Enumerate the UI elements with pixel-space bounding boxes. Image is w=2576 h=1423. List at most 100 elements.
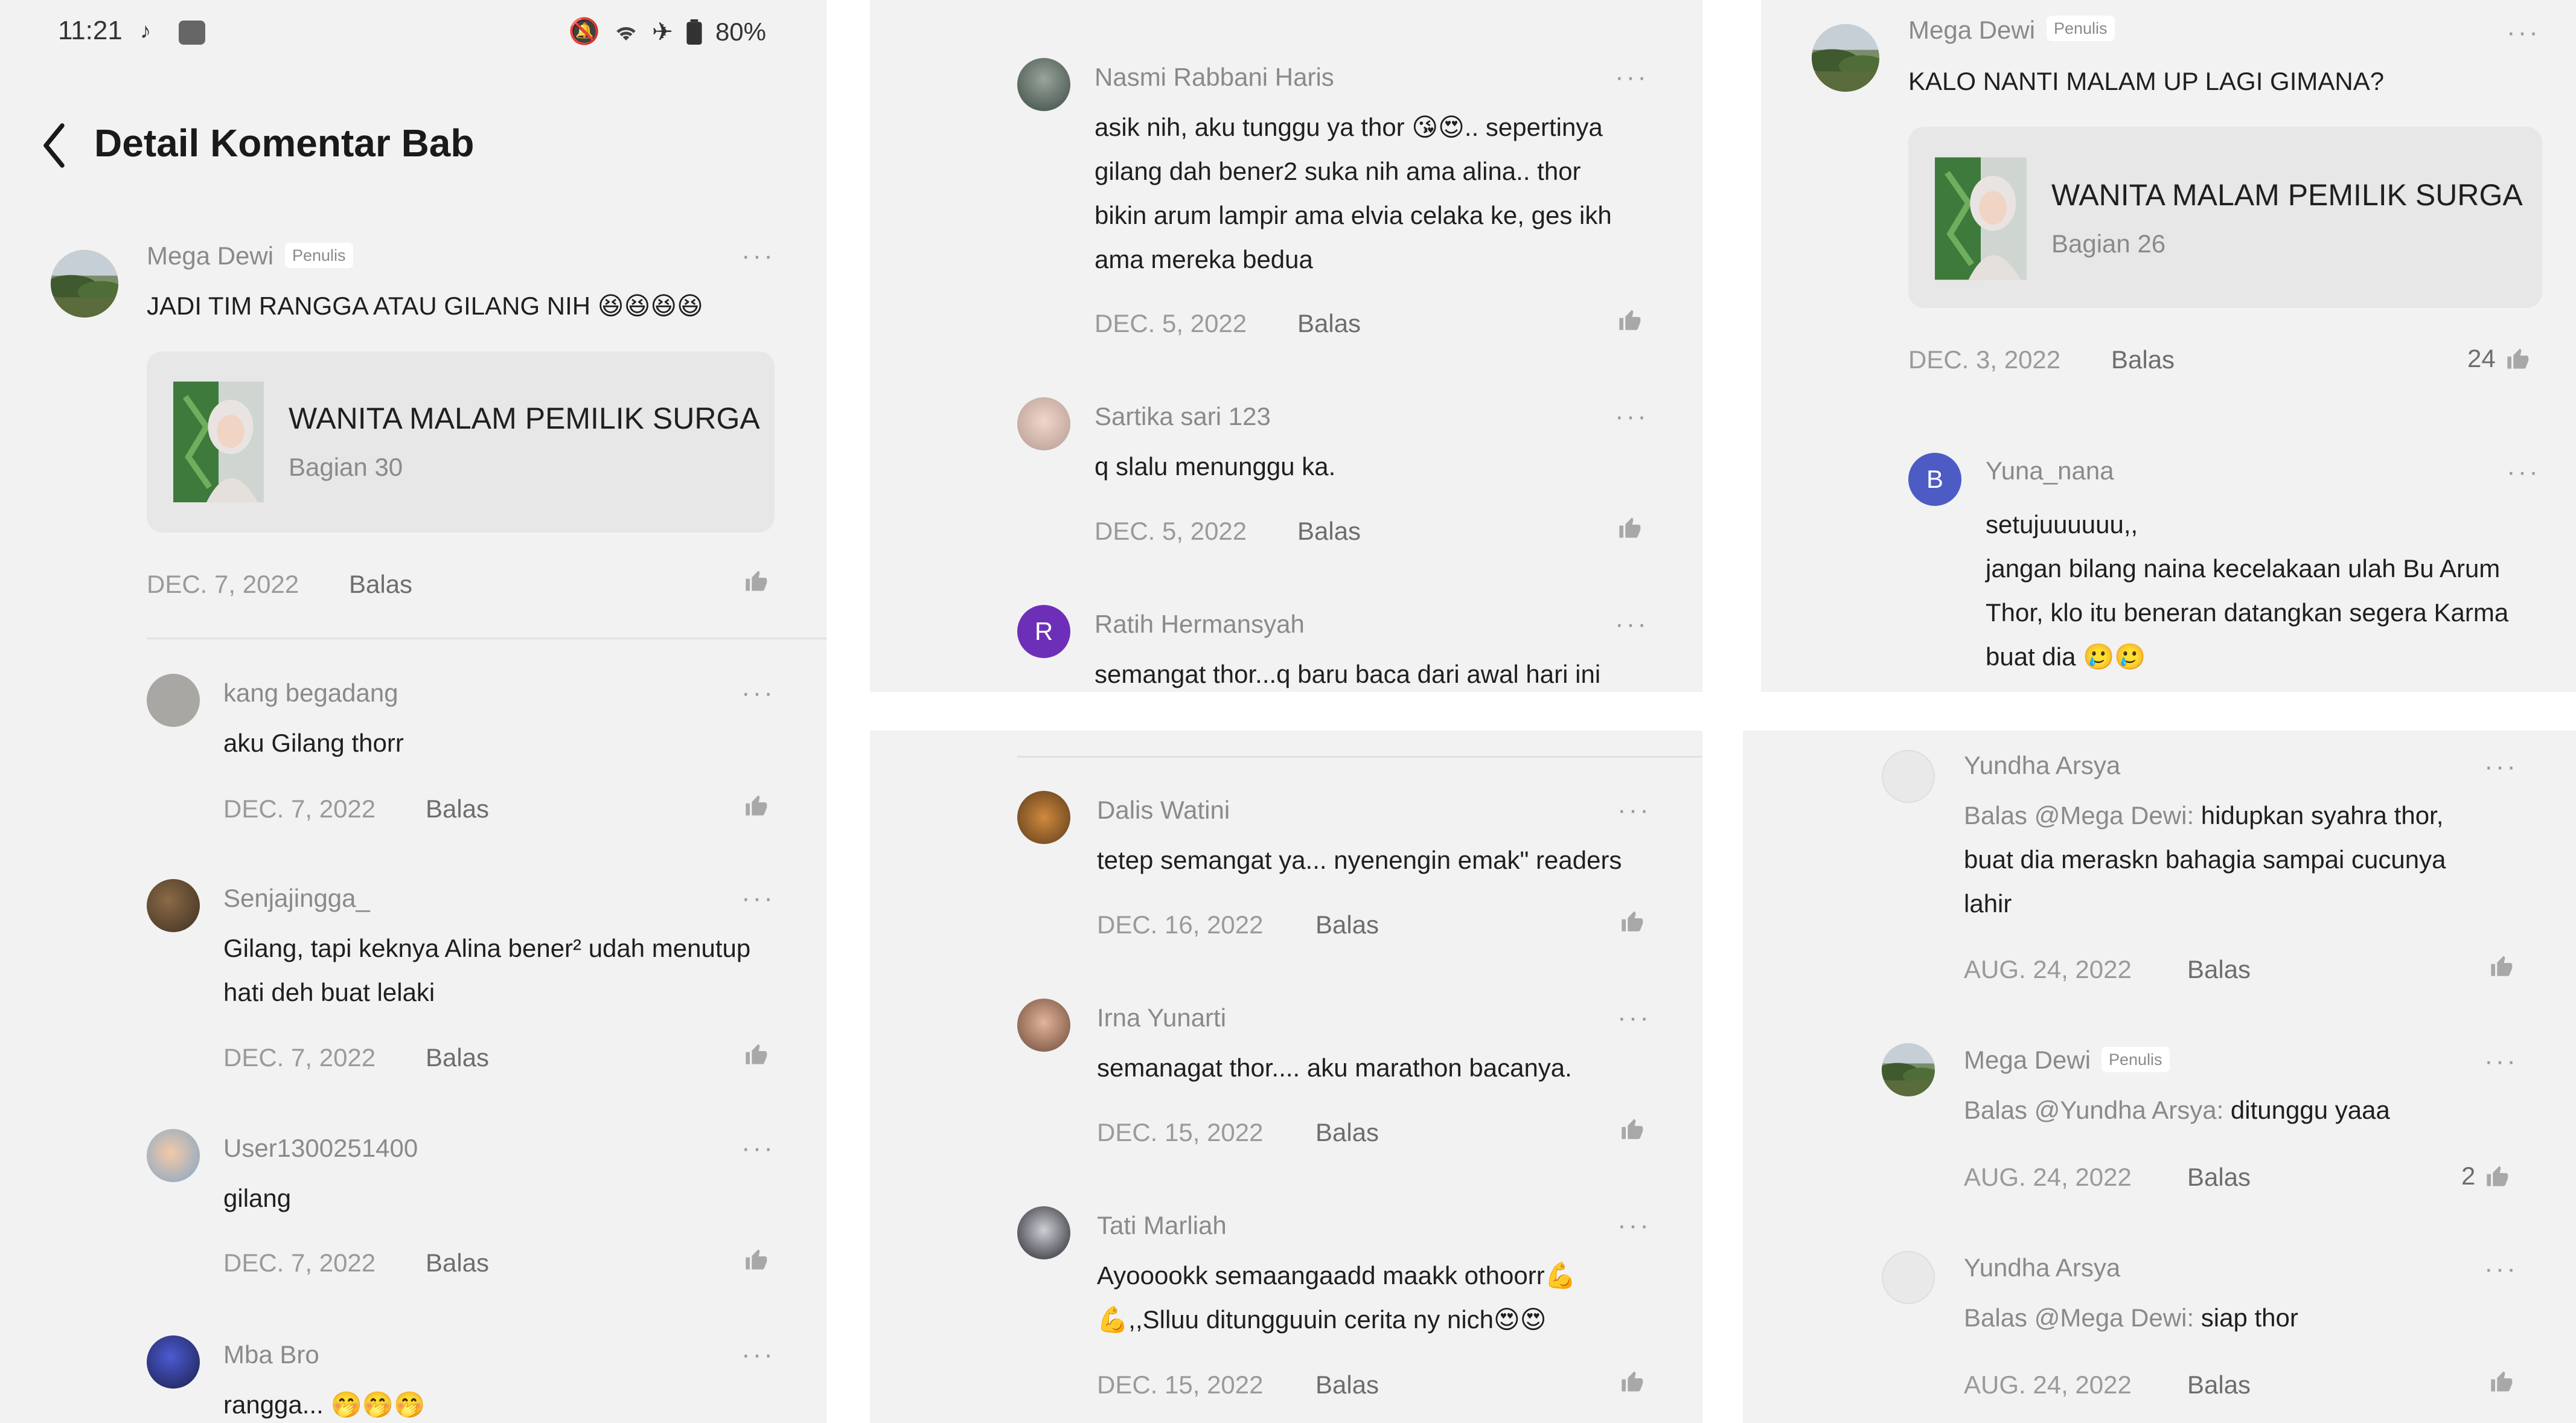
comment-author[interactable]: Mega Dewi (147, 241, 273, 270)
reply-mention[interactable]: Balas @Mega Dewi: (1964, 801, 2194, 830)
reply-text: lahir (1964, 889, 2012, 918)
reply-button[interactable]: Balas (349, 570, 412, 599)
book-card[interactable]: WANITA MALAM PEMILIK SURGA Bagian 26 (1908, 127, 2542, 308)
reply-author[interactable]: kang begadang (223, 679, 398, 708)
like-button[interactable] (1617, 308, 1641, 332)
tiktok-icon: ♪ (140, 18, 151, 43)
comment-author[interactable]: Nasmi Rabbani Haris (1095, 63, 1334, 92)
reply-button[interactable]: Balas (426, 1249, 489, 1278)
avatar[interactable]: B (1908, 453, 1961, 506)
book-card[interactable]: WANITA MALAM PEMILIK SURGA Bagian 30 (147, 351, 775, 532)
book-part: Bagian 26 (2051, 229, 2166, 258)
reply-button[interactable]: Balas (1297, 517, 1361, 546)
like-count: 24 (2467, 344, 2496, 373)
like-button[interactable] (2489, 954, 2513, 978)
like-button[interactable] (744, 793, 768, 817)
reply-author[interactable]: Yundha Arsya (1964, 1253, 2120, 1282)
status-icons: 🔕 ✈ 80% (568, 17, 766, 46)
more-options-icon[interactable]: ··· (2484, 1256, 2518, 1282)
reply-button[interactable]: Balas (1315, 910, 1379, 939)
like-button[interactable] (1617, 516, 1641, 540)
more-options-icon[interactable]: ··· (2507, 459, 2540, 485)
avatar[interactable] (147, 1335, 200, 1389)
comment-date: DEC. 5, 2022 (1095, 517, 1247, 545)
back-arrow-icon[interactable] (34, 118, 76, 173)
reply-button[interactable]: Balas (2111, 345, 2175, 374)
thumbs-up-icon (1617, 516, 1641, 540)
book-title: WANITA MALAM PEMILIK SURGA (289, 401, 760, 435)
reply-text: Balas @Mega Dewi: siap thor (1964, 1296, 2298, 1340)
comment-author[interactable]: Dalis Watini (1097, 796, 1230, 825)
more-options-icon[interactable]: ··· (2507, 19, 2540, 46)
more-options-icon[interactable]: ··· (741, 1341, 775, 1368)
reply-button[interactable]: Balas (426, 795, 489, 823)
more-options-icon[interactable]: ··· (741, 885, 775, 912)
reply-button[interactable]: Balas (2187, 955, 2251, 984)
more-options-icon[interactable]: ··· (1617, 1212, 1651, 1239)
comment-detail-panel: Mega Dewi Penulis ··· KALO NANTI MALAM U… (1761, 0, 2576, 692)
like-button[interactable] (1620, 909, 1644, 933)
reply-button[interactable]: Balas (1297, 309, 1361, 338)
avatar[interactable] (1882, 1251, 1935, 1304)
avatar[interactable] (1812, 24, 1879, 92)
like-button[interactable] (744, 1247, 768, 1271)
avatar[interactable]: R (1017, 605, 1070, 658)
reply-author[interactable]: Senjajingga_ (223, 884, 370, 913)
comment-author[interactable]: Sartika sari 123 (1095, 402, 1271, 431)
more-options-icon[interactable]: ··· (1615, 403, 1649, 430)
avatar[interactable] (1017, 791, 1070, 844)
like-button[interactable]: 2 (2461, 1162, 2509, 1191)
like-button[interactable] (1620, 1369, 1644, 1393)
comment-author[interactable]: Mega Dewi (1908, 16, 2035, 45)
comment-author[interactable]: Ratih Hermansyah (1095, 610, 1305, 639)
more-options-icon[interactable]: ··· (2484, 753, 2518, 780)
more-options-icon[interactable]: ··· (1617, 797, 1651, 823)
comment-text: Ayooookk semaangaadd maakk othoorr💪 (1097, 1261, 1576, 1290)
avatar[interactable] (1017, 999, 1070, 1052)
avatar[interactable] (1017, 397, 1070, 450)
reply-mention[interactable]: Balas @Mega Dewi: (1964, 1303, 2194, 1332)
reply-text-line: siap thor (2194, 1303, 2298, 1332)
reply-author[interactable]: Yuna_nana (1986, 456, 2114, 485)
reply-button[interactable]: Balas (2187, 1370, 2251, 1399)
more-options-icon[interactable]: ··· (741, 243, 775, 269)
more-options-icon[interactable]: ··· (1617, 1005, 1651, 1031)
comment-author[interactable]: Irna Yunarti (1097, 1003, 1226, 1032)
reply-button[interactable]: Balas (1315, 1118, 1379, 1147)
avatar[interactable] (1882, 1043, 1935, 1096)
more-options-icon[interactable]: ··· (741, 680, 775, 706)
avatar[interactable] (51, 250, 118, 318)
more-options-icon[interactable]: ··· (741, 1135, 775, 1162)
reply-text: Balas @Yundha Arsya: ditunggu yaaa (1964, 1088, 2390, 1132)
avatar[interactable] (147, 1129, 200, 1182)
comment-date: DEC. 15, 2022 (1097, 1118, 1264, 1146)
author-badge: Penulis (2047, 16, 2115, 41)
avatar[interactable] (147, 879, 200, 932)
divider (147, 638, 826, 639)
avatar[interactable] (1017, 58, 1070, 111)
more-options-icon[interactable]: ··· (1615, 611, 1649, 638)
reply-mention[interactable]: Balas @Yundha Arsya: (1964, 1096, 2223, 1124)
book-title: WANITA MALAM PEMILIK SURGA (2051, 178, 2523, 212)
like-button[interactable] (2489, 1369, 2513, 1393)
reply-author[interactable]: User1300251400 (223, 1134, 418, 1163)
reply-button[interactable]: Balas (1315, 1370, 1379, 1399)
like-button[interactable] (744, 1042, 768, 1066)
thumbs-up-icon (1620, 909, 1644, 933)
avatar[interactable] (1882, 750, 1935, 803)
comment-author[interactable]: Tati Marliah (1097, 1211, 1227, 1240)
reply-author[interactable]: Mega Dewi (1964, 1046, 2091, 1075)
avatar[interactable] (1017, 1206, 1070, 1259)
like-button[interactable]: 24 (2467, 344, 2530, 373)
comment-text: ama mereka bedua (1095, 245, 1313, 273)
like-button[interactable] (1620, 1117, 1644, 1141)
like-button[interactable] (744, 569, 768, 593)
reply-button[interactable]: Balas (2187, 1163, 2251, 1192)
reply-author[interactable]: Mba Bro (223, 1340, 319, 1369)
reply-button[interactable]: Balas (426, 1043, 489, 1072)
reply-author[interactable]: Yundha Arsya (1964, 751, 2120, 780)
more-options-icon[interactable]: ··· (2484, 1048, 2518, 1075)
wifi-icon (616, 27, 636, 40)
avatar[interactable] (147, 674, 200, 727)
more-options-icon[interactable]: ··· (1615, 64, 1649, 91)
